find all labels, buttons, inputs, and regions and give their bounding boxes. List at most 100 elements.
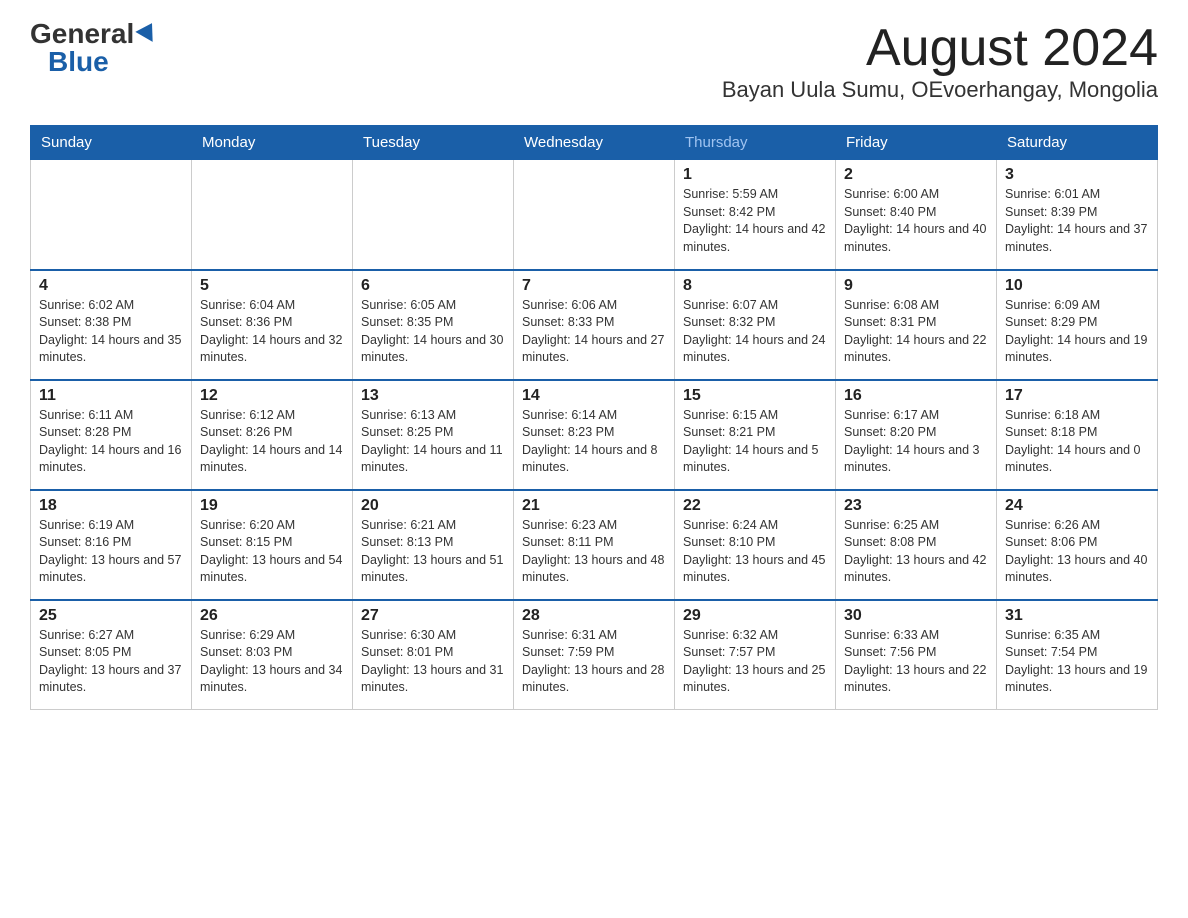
calendar-cell: 8 Sunrise: 6:07 AMSunset: 8:32 PMDaylight…: [675, 270, 836, 380]
day-info: Sunrise: 6:25 AMSunset: 8:08 PMDaylight:…: [844, 517, 988, 587]
calendar-week-4: 18 Sunrise: 6:19 AMSunset: 8:16 PMDayligh…: [31, 490, 1158, 600]
calendar-cell: [31, 160, 192, 270]
day-info: Sunrise: 6:06 AMSunset: 8:33 PMDaylight:…: [522, 297, 666, 367]
header-area: General Blue August 2024 Bayan Uula Sumu…: [30, 20, 1158, 115]
day-number: 23: [844, 497, 988, 515]
col-header-tuesday: Tuesday: [353, 126, 514, 160]
day-number: 20: [361, 497, 505, 515]
col-header-wednesday: Wednesday: [514, 126, 675, 160]
day-number: 21: [522, 497, 666, 515]
calendar-cell: 21 Sunrise: 6:23 AMSunset: 8:11 PMDayligh…: [514, 490, 675, 600]
day-number: 9: [844, 277, 988, 295]
day-info: Sunrise: 6:17 AMSunset: 8:20 PMDaylight:…: [844, 407, 988, 477]
day-number: 31: [1005, 607, 1149, 625]
calendar-cell: 5 Sunrise: 6:04 AMSunset: 8:36 PMDaylight…: [192, 270, 353, 380]
day-info: Sunrise: 6:11 AMSunset: 8:28 PMDaylight:…: [39, 407, 183, 477]
day-info: Sunrise: 6:29 AMSunset: 8:03 PMDaylight:…: [200, 627, 344, 697]
logo: General Blue: [30, 20, 158, 76]
day-info: Sunrise: 6:26 AMSunset: 8:06 PMDaylight:…: [1005, 517, 1149, 587]
day-info: Sunrise: 6:14 AMSunset: 8:23 PMDaylight:…: [522, 407, 666, 477]
calendar-cell: 16 Sunrise: 6:17 AMSunset: 8:20 PMDayligh…: [836, 380, 997, 490]
day-info: Sunrise: 6:09 AMSunset: 8:29 PMDaylight:…: [1005, 297, 1149, 367]
calendar-cell: 15 Sunrise: 6:15 AMSunset: 8:21 PMDayligh…: [675, 380, 836, 490]
day-number: 14: [522, 387, 666, 405]
day-number: 16: [844, 387, 988, 405]
calendar-cell: 10Sunrise: 6:09 AMSunset: 8:29 PMDayligh…: [997, 270, 1158, 380]
calendar-cell: 9 Sunrise: 6:08 AMSunset: 8:31 PMDaylight…: [836, 270, 997, 380]
day-info: Sunrise: 5:59 AMSunset: 8:42 PMDaylight:…: [683, 186, 827, 256]
calendar-cell: [514, 160, 675, 270]
day-info: Sunrise: 6:30 AMSunset: 8:01 PMDaylight:…: [361, 627, 505, 697]
day-info: Sunrise: 6:05 AMSunset: 8:35 PMDaylight:…: [361, 297, 505, 367]
day-number: 1: [683, 166, 827, 184]
day-info: Sunrise: 6:08 AMSunset: 8:31 PMDaylight:…: [844, 297, 988, 367]
day-info: Sunrise: 6:18 AMSunset: 8:18 PMDaylight:…: [1005, 407, 1149, 477]
calendar-cell: 29 Sunrise: 6:32 AMSunset: 7:57 PMDayligh…: [675, 600, 836, 710]
day-number: 11: [39, 387, 183, 405]
day-number: 2: [844, 166, 988, 184]
calendar-cell: 25Sunrise: 6:27 AMSunset: 8:05 PMDayligh…: [31, 600, 192, 710]
day-info: Sunrise: 6:33 AMSunset: 7:56 PMDaylight:…: [844, 627, 988, 697]
calendar-cell: 13Sunrise: 6:13 AMSunset: 8:25 PMDayligh…: [353, 380, 514, 490]
day-info: Sunrise: 6:35 AMSunset: 7:54 PMDaylight:…: [1005, 627, 1149, 697]
calendar-cell: 31 Sunrise: 6:35 AMSunset: 7:54 PMDayligh…: [997, 600, 1158, 710]
day-number: 5: [200, 277, 344, 295]
calendar-cell: [192, 160, 353, 270]
calendar-cell: 20 Sunrise: 6:21 AMSunset: 8:13 PMDayligh…: [353, 490, 514, 600]
calendar-cell: 26 Sunrise: 6:29 AMSunset: 8:03 PMDayligh…: [192, 600, 353, 710]
calendar-cell: 14 Sunrise: 6:14 AMSunset: 8:23 PMDayligh…: [514, 380, 675, 490]
calendar-cell: 11 Sunrise: 6:11 AMSunset: 8:28 PMDayligh…: [31, 380, 192, 490]
calendar-week-5: 25Sunrise: 6:27 AMSunset: 8:05 PMDayligh…: [31, 600, 1158, 710]
day-number: 26: [200, 607, 344, 625]
day-info: Sunrise: 6:12 AMSunset: 8:26 PMDaylight:…: [200, 407, 344, 477]
calendar-cell: 1 Sunrise: 5:59 AMSunset: 8:42 PMDaylight…: [675, 160, 836, 270]
day-info: Sunrise: 6:15 AMSunset: 8:21 PMDaylight:…: [683, 407, 827, 477]
calendar-cell: 27Sunrise: 6:30 AMSunset: 8:01 PMDayligh…: [353, 600, 514, 710]
calendar-cell: 23 Sunrise: 6:25 AMSunset: 8:08 PMDayligh…: [836, 490, 997, 600]
calendar-cell: 30 Sunrise: 6:33 AMSunset: 7:56 PMDayligh…: [836, 600, 997, 710]
calendar-cell: 18 Sunrise: 6:19 AMSunset: 8:16 PMDayligh…: [31, 490, 192, 600]
day-number: 7: [522, 277, 666, 295]
day-number: 8: [683, 277, 827, 295]
day-number: 6: [361, 277, 505, 295]
calendar-cell: 12 Sunrise: 6:12 AMSunset: 8:26 PMDayligh…: [192, 380, 353, 490]
day-number: 28: [522, 607, 666, 625]
day-info: Sunrise: 6:21 AMSunset: 8:13 PMDaylight:…: [361, 517, 505, 587]
calendar-week-2: 4Sunrise: 6:02 AMSunset: 8:38 PMDaylight…: [31, 270, 1158, 380]
calendar-cell: 2Sunrise: 6:00 AMSunset: 8:40 PMDaylight…: [836, 160, 997, 270]
calendar-table: SundayMondayTuesdayWednesdayThursdayFrid…: [30, 125, 1158, 710]
day-number: 22: [683, 497, 827, 515]
day-number: 29: [683, 607, 827, 625]
day-number: 4: [39, 277, 183, 295]
calendar-cell: 4Sunrise: 6:02 AMSunset: 8:38 PMDaylight…: [31, 270, 192, 380]
day-number: 15: [683, 387, 827, 405]
calendar-cell: 19Sunrise: 6:20 AMSunset: 8:15 PMDayligh…: [192, 490, 353, 600]
calendar-cell: 6 Sunrise: 6:05 AMSunset: 8:35 PMDaylight…: [353, 270, 514, 380]
day-info: Sunrise: 6:13 AMSunset: 8:25 PMDaylight:…: [361, 407, 505, 477]
day-info: Sunrise: 6:04 AMSunset: 8:36 PMDaylight:…: [200, 297, 344, 367]
day-number: 12: [200, 387, 344, 405]
calendar-cell: [353, 160, 514, 270]
day-number: 25: [39, 607, 183, 625]
calendar-header-row: SundayMondayTuesdayWednesdayThursdayFrid…: [31, 126, 1158, 160]
logo-triangle-icon: [136, 18, 161, 42]
day-info: Sunrise: 6:19 AMSunset: 8:16 PMDaylight:…: [39, 517, 183, 587]
day-number: 30: [844, 607, 988, 625]
calendar-cell: 22 Sunrise: 6:24 AMSunset: 8:10 PMDayligh…: [675, 490, 836, 600]
day-number: 3: [1005, 166, 1149, 184]
day-info: Sunrise: 6:24 AMSunset: 8:10 PMDaylight:…: [683, 517, 827, 587]
right-header: August 2024 Bayan Uula Sumu, OEvoerhanga…: [722, 20, 1158, 115]
col-header-friday: Friday: [836, 126, 997, 160]
month-title: August 2024: [722, 20, 1158, 77]
day-info: Sunrise: 6:07 AMSunset: 8:32 PMDaylight:…: [683, 297, 827, 367]
day-info: Sunrise: 6:23 AMSunset: 8:11 PMDaylight:…: [522, 517, 666, 587]
day-info: Sunrise: 6:32 AMSunset: 7:57 PMDaylight:…: [683, 627, 827, 697]
logo-general-text: General: [30, 20, 134, 48]
logo-blue-text: Blue: [48, 48, 109, 76]
calendar-week-3: 11 Sunrise: 6:11 AMSunset: 8:28 PMDayligh…: [31, 380, 1158, 490]
calendar-cell: 28Sunrise: 6:31 AMSunset: 7:59 PMDayligh…: [514, 600, 675, 710]
calendar-cell: 7 Sunrise: 6:06 AMSunset: 8:33 PMDaylight…: [514, 270, 675, 380]
day-info: Sunrise: 6:01 AMSunset: 8:39 PMDaylight:…: [1005, 186, 1149, 256]
subtitle: Bayan Uula Sumu, OEvoerhangay, Mongolia: [722, 77, 1158, 103]
day-number: 18: [39, 497, 183, 515]
